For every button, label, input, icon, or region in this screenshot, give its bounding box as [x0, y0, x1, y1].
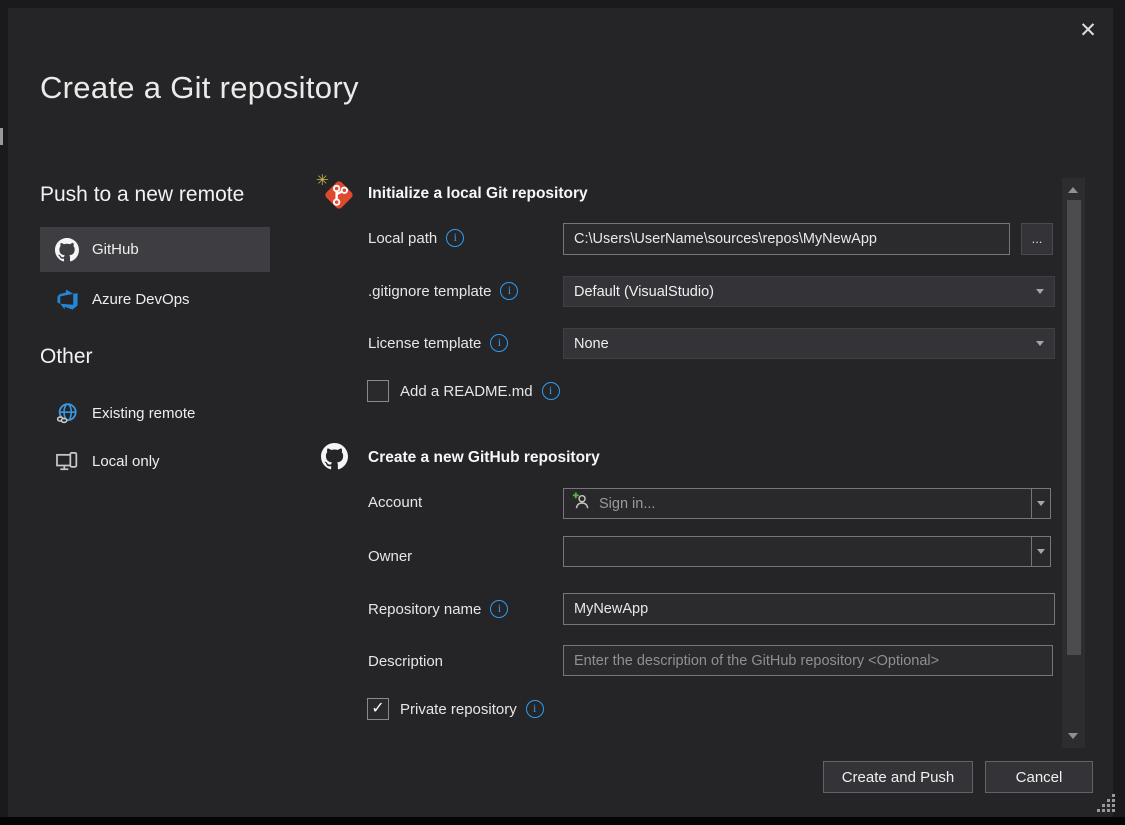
dialog-title: Create a Git repository: [40, 70, 359, 106]
info-icon[interactable]: i: [490, 334, 508, 352]
close-icon[interactable]: ✕: [1072, 14, 1104, 46]
sign-in-user-icon: [572, 492, 591, 516]
sidebar-item-label: Local only: [92, 453, 160, 470]
scrollbar-thumb[interactable]: [1067, 200, 1081, 655]
owner-combo-body[interactable]: [564, 537, 1031, 566]
private-repository-label-text: Private repository: [400, 701, 517, 718]
monitor-icon: [55, 449, 79, 473]
globe-remote-icon: [55, 401, 79, 425]
sidebar-item-existing-remote[interactable]: Existing remote: [40, 397, 270, 429]
readme-checkbox[interactable]: [367, 380, 389, 402]
repository-name-input[interactable]: [563, 593, 1055, 625]
local-path-input[interactable]: [563, 223, 1010, 255]
description-input[interactable]: [563, 645, 1053, 676]
chevron-down-icon: [1036, 289, 1044, 294]
window-edge-bottom: [0, 817, 1125, 825]
gitignore-label: .gitignore template i: [368, 282, 518, 300]
account-label-text: Account: [368, 494, 422, 511]
browse-button[interactable]: ...: [1021, 223, 1053, 255]
chevron-down-icon: [1037, 501, 1045, 506]
info-icon[interactable]: i: [542, 382, 560, 400]
github-section-heading: Create a new GitHub repository: [368, 449, 600, 467]
account-combo[interactable]: Sign in...: [563, 488, 1051, 519]
repository-name-label-text: Repository name: [368, 601, 481, 618]
account-label: Account: [368, 494, 422, 511]
create-git-repository-dialog: Create a Git repository ✕ Push to a new …: [0, 0, 1125, 825]
license-label-text: License template: [368, 335, 481, 352]
gitignore-dropdown-value: Default (VisualStudio): [574, 284, 714, 300]
info-icon[interactable]: i: [526, 700, 544, 718]
sidebar-item-local-only[interactable]: Local only: [40, 445, 270, 477]
repository-name-label: Repository name i: [368, 600, 508, 618]
cancel-button[interactable]: Cancel: [985, 761, 1093, 793]
gitignore-dropdown[interactable]: Default (VisualStudio): [563, 276, 1055, 307]
owner-combo-dropdown-button[interactable]: [1031, 537, 1050, 566]
resize-grip[interactable]: [1097, 794, 1116, 818]
sidebar-heading-other: Other: [40, 345, 93, 369]
sidebar-item-label: Azure DevOps: [92, 291, 190, 308]
scrollbar-up-arrow[interactable]: [1068, 187, 1078, 193]
license-dropdown[interactable]: None: [563, 328, 1055, 359]
description-label-text: Description: [368, 653, 443, 670]
scrollbar-down-arrow[interactable]: [1068, 733, 1078, 739]
account-combo-body[interactable]: Sign in...: [564, 489, 1031, 518]
owner-label-text: Owner: [368, 548, 412, 565]
license-label: License template i: [368, 334, 508, 352]
private-repository-checkbox[interactable]: ✓: [367, 698, 389, 720]
gitignore-label-text: .gitignore template: [368, 283, 491, 300]
sidebar-item-azure-devops[interactable]: Azure DevOps: [40, 283, 270, 315]
window-edge-right: [1113, 0, 1125, 818]
chevron-down-icon: [1037, 549, 1045, 554]
git-logo-icon: ✳: [320, 176, 358, 214]
window-edge-left: [0, 0, 8, 818]
sidebar-item-label: GitHub: [92, 241, 139, 258]
readme-label-text: Add a README.md: [400, 383, 533, 400]
chevron-down-icon: [1036, 341, 1044, 346]
account-combo-dropdown-button[interactable]: [1031, 489, 1050, 518]
azure-devops-icon: [55, 287, 79, 311]
owner-combo[interactable]: [563, 536, 1051, 567]
account-combo-placeholder: Sign in...: [599, 496, 655, 512]
owner-label: Owner: [368, 548, 412, 565]
local-path-label-text: Local path: [368, 230, 437, 247]
description-label: Description: [368, 653, 443, 670]
info-icon[interactable]: i: [490, 600, 508, 618]
info-icon[interactable]: i: [500, 282, 518, 300]
sidebar-item-github[interactable]: GitHub: [40, 227, 270, 272]
init-section-heading: Initialize a local Git repository: [368, 185, 588, 203]
license-dropdown-value: None: [574, 336, 609, 352]
background-window-artifact: [0, 128, 3, 145]
private-repository-label: Private repository i: [400, 700, 544, 718]
new-sparkle-icon: ✳: [316, 171, 329, 189]
sidebar-heading-push-remote: Push to a new remote: [40, 183, 244, 207]
github-icon: [55, 238, 79, 262]
local-path-label: Local path i: [368, 229, 464, 247]
window-edge-top: [0, 0, 1125, 8]
readme-label: Add a README.md i: [400, 382, 560, 400]
github-icon: [321, 443, 348, 475]
info-icon[interactable]: i: [446, 229, 464, 247]
create-and-push-button[interactable]: Create and Push: [823, 761, 973, 793]
sidebar-item-label: Existing remote: [92, 405, 195, 422]
